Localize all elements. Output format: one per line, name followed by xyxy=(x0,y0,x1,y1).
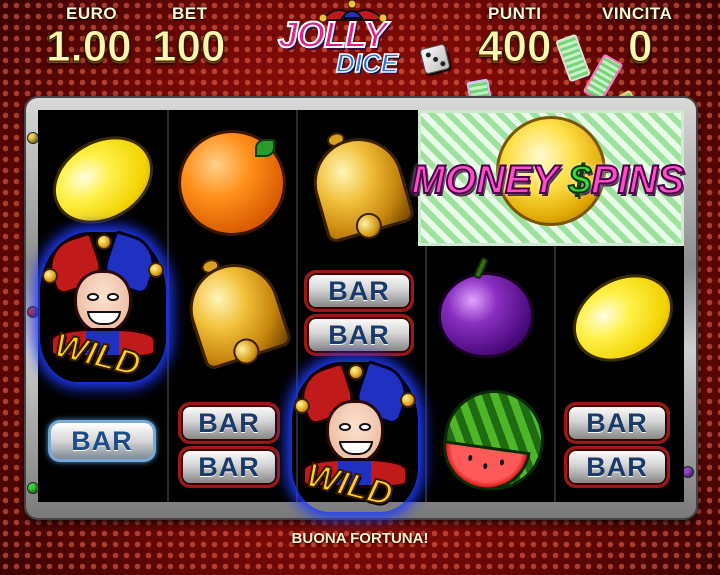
orange-symbol xyxy=(178,130,286,236)
bar-symbol: BAR xyxy=(48,420,156,462)
logo-dice-text: DICE xyxy=(335,47,399,79)
bar-symbol: BAR xyxy=(304,314,414,356)
reel-separator xyxy=(167,110,169,502)
bar-label: BAR xyxy=(198,407,260,438)
win-value: 0 xyxy=(627,22,653,71)
joker-wild-symbol: WILD xyxy=(40,229,166,385)
plum-symbol xyxy=(438,256,534,358)
points-label: PUNTI xyxy=(488,4,542,23)
win-label: VINCITA xyxy=(602,4,673,23)
bar-label: BAR xyxy=(71,425,133,456)
bar-label: BAR xyxy=(328,275,390,306)
watermelon-symbol xyxy=(437,390,544,496)
jolly-dice-logo: JOLLY DICE xyxy=(272,0,452,82)
bet-label: BET xyxy=(172,4,208,23)
die-icon xyxy=(419,43,451,75)
money-spins-title: MONEY $PINS xyxy=(411,157,686,203)
bar-label: BAR xyxy=(198,451,260,482)
bar-symbol: BAR xyxy=(304,270,414,312)
joker-wild-symbol: WILD xyxy=(292,359,418,515)
bar-label: BAR xyxy=(586,451,648,482)
bar-symbol: BAR xyxy=(564,446,670,488)
euro-label: EURO xyxy=(66,4,118,23)
bar-symbol: BAR xyxy=(178,446,280,488)
bar-symbol: BAR xyxy=(178,402,280,444)
bar-label: BAR xyxy=(586,407,648,438)
euro-value: 1.00 xyxy=(46,22,133,71)
status-message: BUONA FORTUNA! xyxy=(291,530,429,547)
bar-symbol: BAR xyxy=(564,402,670,444)
points-value: 400 xyxy=(477,22,552,71)
bar-label: BAR xyxy=(328,319,390,350)
bet-value: 100 xyxy=(151,22,226,71)
